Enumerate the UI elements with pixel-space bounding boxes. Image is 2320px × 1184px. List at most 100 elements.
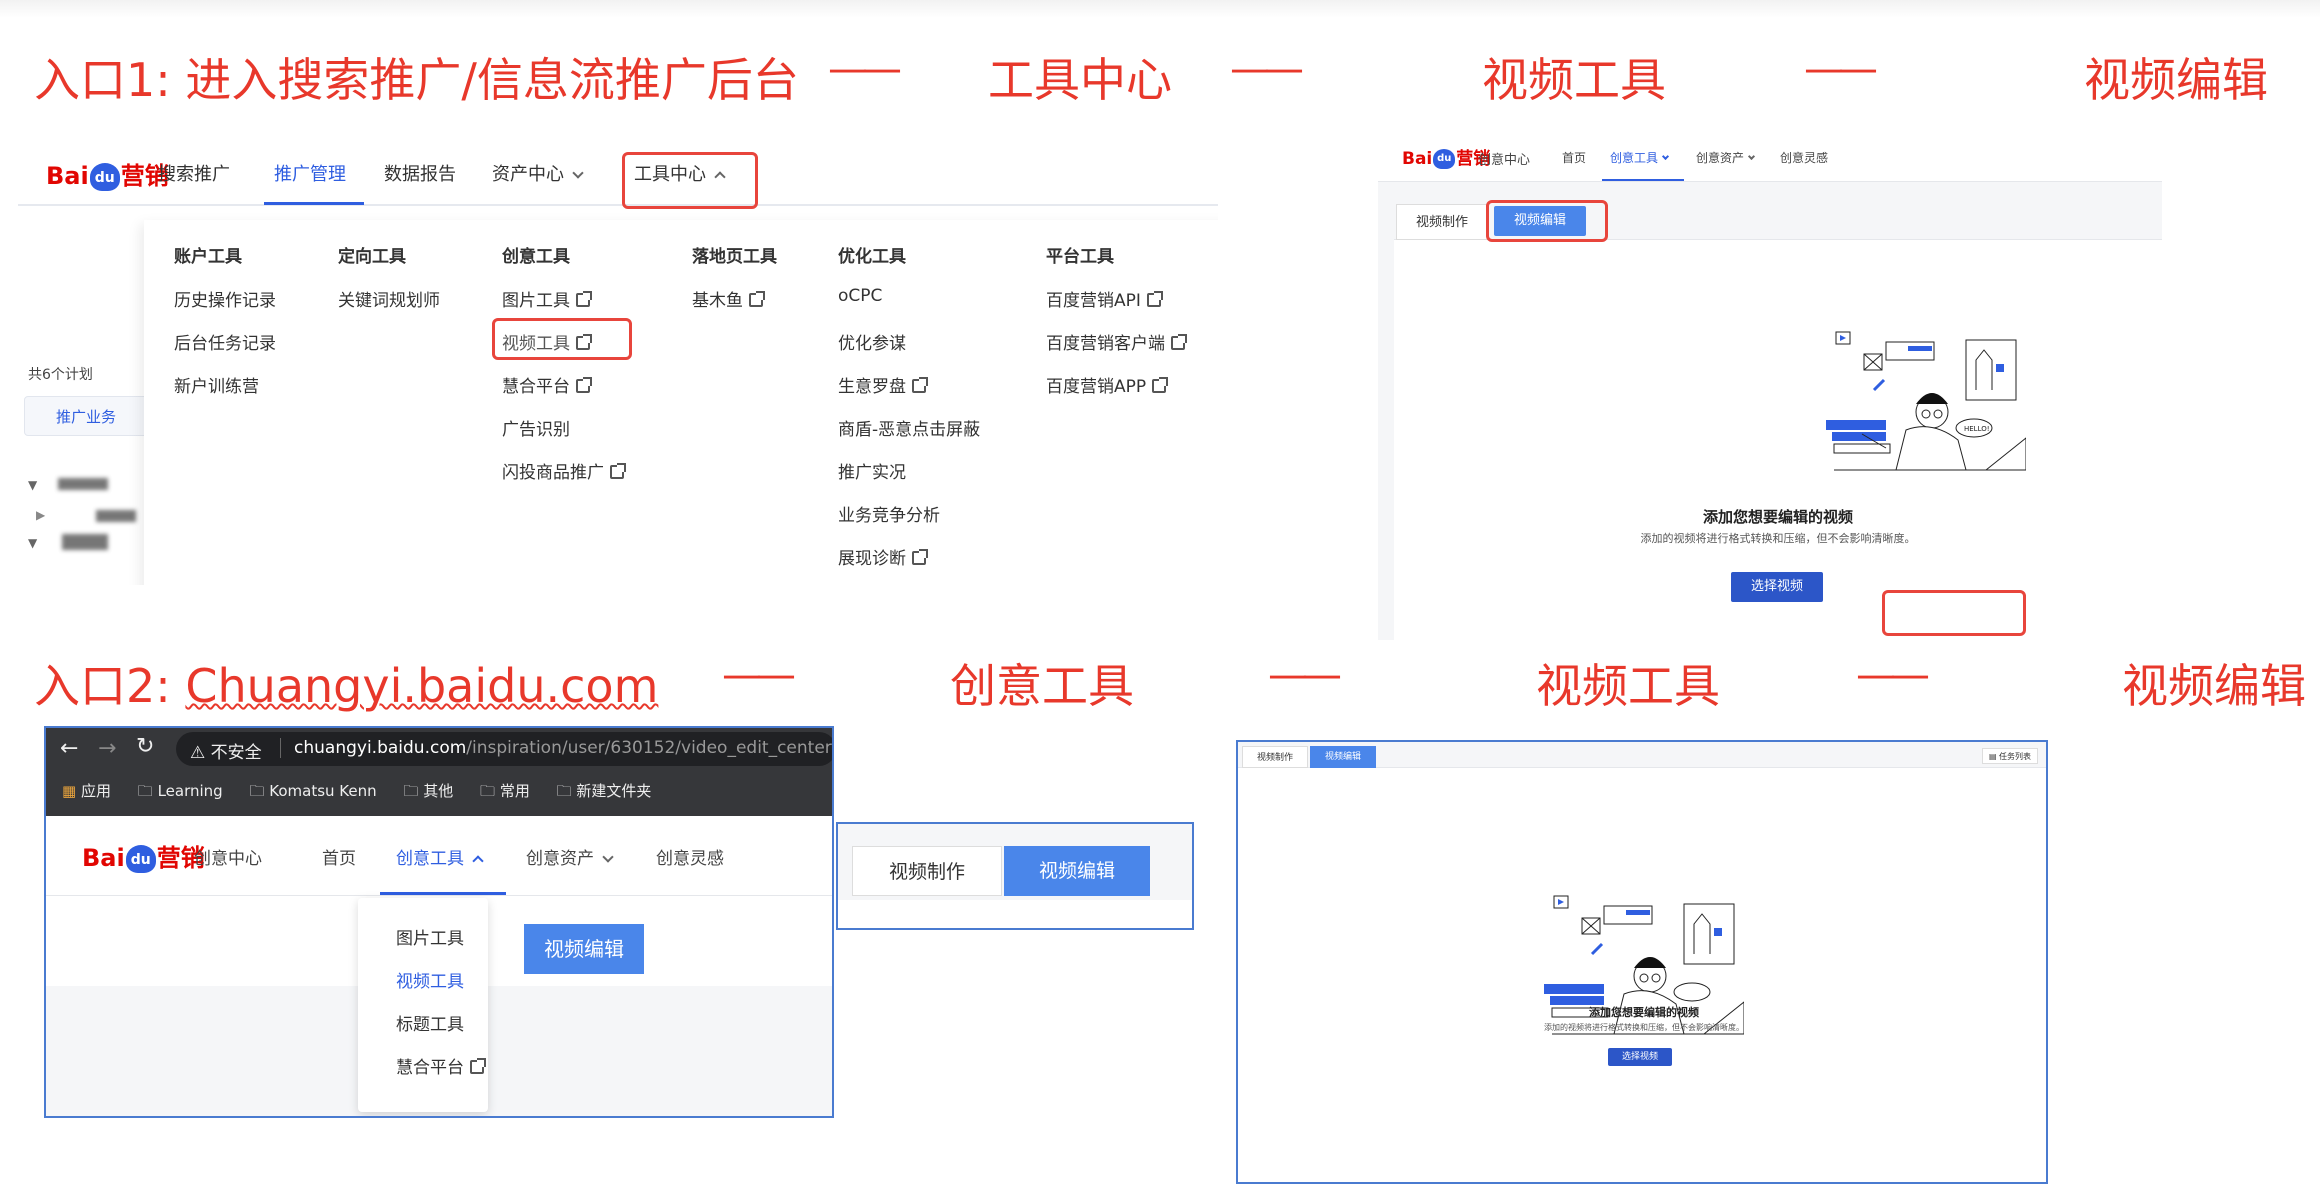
nav-promotion-management[interactable]: 推广管理 xyxy=(274,160,346,186)
bookmark-common[interactable]: 常用 xyxy=(500,782,530,800)
select-video-button[interactable]: 选择视频 xyxy=(1731,572,1823,602)
bookmark-komatsu[interactable]: Komatsu Kenn xyxy=(269,782,376,800)
menu-task-log[interactable]: 后台任务记录 xyxy=(174,329,276,354)
nav-search-promotion[interactable]: 搜索推广 xyxy=(158,160,230,186)
nav-active-underline xyxy=(264,202,364,205)
external-link-icon xyxy=(1146,291,1163,307)
creative-center-label: 创意中心 xyxy=(194,849,262,869)
nav-creative-tools[interactable]: 创意工具 xyxy=(1610,149,1670,166)
tab-video-edit[interactable]: 视频编辑 xyxy=(1310,746,1376,768)
nav-creative-inspiration[interactable]: 创意灵感 xyxy=(1780,149,1828,166)
apps-grid-icon[interactable]: ▦ xyxy=(62,782,76,800)
chevron-down-icon xyxy=(572,167,584,179)
entry2-dash-2: —— xyxy=(1268,652,1342,698)
entry1-step-video-edit: 视频编辑 xyxy=(2084,53,2268,107)
menu-business-compass[interactable]: 生意罗盘 xyxy=(838,372,928,397)
menu-ad-recognition[interactable]: 广告识别 xyxy=(502,415,570,440)
menu-ocpc[interactable]: oCPC xyxy=(838,286,882,306)
entry2-step-video-edit: 视频编辑 xyxy=(2122,659,2306,713)
empty-state-title: 添加您想要编辑的视频 xyxy=(1589,1006,1699,1019)
nav-asset-center[interactable]: 资产中心 xyxy=(492,160,584,186)
tree-toggle-1[interactable]: ▼ xyxy=(28,478,37,492)
nav-creative-assets[interactable]: 创意资产 xyxy=(526,844,614,869)
empty-state-desc: 添加的视频将进行格式转换和压缩，但不会影响清晰度。 xyxy=(1544,1023,1744,1032)
video-edit-panel: 视频制作 视频编辑 HELLO! 添加您想要编辑的视频 添加的视频将进行格式转换… xyxy=(1394,200,2162,640)
dropdown-huihe-platform[interactable]: 慧合平台 xyxy=(396,1053,486,1078)
external-link-icon xyxy=(1171,334,1187,350)
tab-video-edit-behind[interactable]: 视频编辑 xyxy=(524,924,644,974)
back-arrow-icon[interactable]: ← xyxy=(60,736,78,761)
nav-data-report[interactable]: 数据报告 xyxy=(384,160,456,186)
url-text[interactable]: chuangyi.baidu.com/inspiration/user/6301… xyxy=(294,738,832,758)
entry2-step-video-tool: 视频工具 xyxy=(1536,659,1720,713)
entry2-link[interactable]: Chuangyi.baidu.com xyxy=(185,659,658,713)
chevron-down-icon xyxy=(602,851,614,863)
dropdown-image-tool[interactable]: 图片工具 xyxy=(396,924,464,949)
menu-head-optimization-tools: 优化工具 xyxy=(838,247,906,267)
external-link-icon xyxy=(912,377,928,393)
menu-competition-analysis[interactable]: 业务竞争分析 xyxy=(838,501,940,526)
nav-active-underline xyxy=(1602,179,1684,181)
screenshot-tool-center: Bai du 营销 搜索推广 推广管理 数据报告 资产中心 工具中心 共6个计划 推… xyxy=(18,140,1218,585)
tree-toggle-2[interactable]: ▶ xyxy=(36,508,45,522)
menu-flash-product-promo[interactable]: 闪投商品推广 xyxy=(502,458,626,483)
dropdown-title-tool[interactable]: 标题工具 xyxy=(396,1010,464,1035)
menu-click-shield[interactable]: 商盾-恶意点击屏蔽 xyxy=(838,415,980,440)
forward-arrow-icon[interactable]: → xyxy=(98,736,116,761)
menu-jimuyu[interactable]: 基木鱼 xyxy=(692,286,765,311)
bookmark-apps[interactable]: 应用 xyxy=(81,782,111,800)
menu-live-promotion[interactable]: 推广实况 xyxy=(838,458,906,483)
dropdown-video-tool[interactable]: 视频工具 xyxy=(396,967,464,992)
menu-baidu-app[interactable]: 百度营销APP xyxy=(1046,372,1169,397)
folder-icon: 🗀 xyxy=(556,782,572,800)
tab-video-production[interactable]: 视频制作 xyxy=(1242,746,1308,768)
menu-display-diagnosis[interactable]: 展现诊断 xyxy=(838,544,928,569)
menu-head-creative-tools: 创意工具 xyxy=(502,247,570,267)
document-icon: ▤ xyxy=(1988,752,1997,761)
tree-toggle-3[interactable]: ▼ xyxy=(28,536,37,550)
entry2-title: 入口2: Chuangyi.baidu.com xyxy=(34,659,659,713)
menu-huihe-platform[interactable]: 慧合平台 xyxy=(502,372,592,397)
menu-baidu-api[interactable]: 百度营销API xyxy=(1046,286,1163,311)
external-link-icon xyxy=(576,291,592,307)
menu-baidu-client[interactable]: 百度营销客户端 xyxy=(1046,329,1187,354)
entry2-dash-1: —— xyxy=(722,652,796,698)
entry1-dash-1: —— xyxy=(828,46,902,92)
bookmark-new-folder[interactable]: 新建文件夹 xyxy=(576,782,651,800)
entry1-dash-3: —— xyxy=(1804,46,1878,92)
select-video-button[interactable]: 选择视频 xyxy=(1608,1048,1672,1066)
creative-center-nav: Bai du 营销 创意中心 首页 创意工具 创意资产 创意灵感 xyxy=(1378,132,2162,182)
menu-image-tool[interactable]: 图片工具 xyxy=(502,286,592,311)
menu-new-user-camp[interactable]: 新户训练营 xyxy=(174,372,259,397)
tab-video-production[interactable]: 视频制作 xyxy=(852,846,1002,896)
entry2-step-creative-tools: 创意工具 xyxy=(950,659,1134,713)
nav-creative-assets[interactable]: 创意资产 xyxy=(1696,149,1756,166)
plan-tab-business[interactable]: 推广业务 xyxy=(56,406,116,427)
reload-icon[interactable]: ↻ xyxy=(136,734,154,759)
plan-count: 共6个计划 xyxy=(28,367,93,383)
tab-video-edit[interactable]: 视频编辑 xyxy=(1004,846,1150,896)
nav-active-underline xyxy=(380,892,506,895)
external-link-icon xyxy=(1152,377,1169,393)
menu-history-log[interactable]: 历史操作记录 xyxy=(174,286,276,311)
menu-optimization-advisor[interactable]: 优化参谋 xyxy=(838,329,906,354)
task-list-button[interactable]: ▤ 任务列表 xyxy=(1982,748,2038,764)
nav-creative-tools[interactable]: 创意工具 xyxy=(396,844,484,869)
insecure-warning[interactable]: ⚠ 不安全 xyxy=(190,738,262,763)
nav-home[interactable]: 首页 xyxy=(322,844,356,869)
nav-home[interactable]: 首页 xyxy=(1562,149,1586,166)
bookmark-other[interactable]: 其他 xyxy=(423,782,453,800)
external-link-icon xyxy=(470,1058,486,1074)
bookmarks-bar: ▦ 应用 🗀 Learning 🗀 Komatsu Kenn 🗀 其他 🗀 常用… xyxy=(62,780,651,806)
menu-keyword-planner[interactable]: 关键词规划师 xyxy=(338,286,440,311)
screenshot-tab-zoom: 视频制作 视频编辑 xyxy=(836,822,1194,930)
baidu-marketing-logo: Bai du 营销 xyxy=(82,844,205,873)
highlight-video-edit-tab xyxy=(1486,200,1608,242)
menu-head-platform-tools: 平台工具 xyxy=(1046,247,1114,267)
tab-zoom-content xyxy=(838,900,1192,928)
tab-video-production[interactable]: 视频制作 xyxy=(1396,204,1488,240)
bookmark-learning[interactable]: Learning xyxy=(158,782,223,800)
left-plan-panel: 共6个计划 推广业务 ▼ ▶ ▼ xyxy=(18,208,154,585)
nav-creative-inspiration[interactable]: 创意灵感 xyxy=(656,844,724,869)
empty-state-title: 添加您想要编辑的视频 xyxy=(1702,508,1853,526)
